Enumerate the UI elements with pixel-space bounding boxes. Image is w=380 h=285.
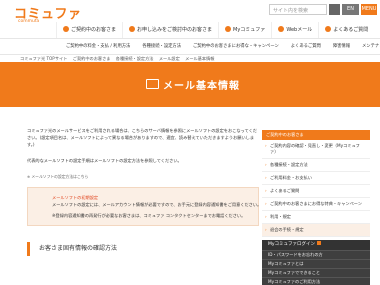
search-input[interactable]: サイト内を検索 [269,4,327,15]
nav-my-commufa[interactable]: Myコミュファ [218,22,271,38]
breadcrumb-item[interactable]: ご契約中のお客さま [73,56,111,61]
breadcrumb-item: メール基本情報 [185,56,215,61]
search-icon[interactable] [329,4,340,15]
sidebar-link[interactable]: Myコミュファのご利用方法 [262,277,370,285]
sidebar-item[interactable]: ご契約内容の確認・見直し・変更（Myコミュファ） [262,140,370,159]
note-text: メールソフトの設定には、メールアカウント情報が必要ですので、お手元に登録内容通知… [52,202,262,207]
main-nav: ご契約中のお客さま お申し込みをご検討中のお客さま Myコミュファ Webメール… [56,22,374,38]
nav-contract-customers[interactable]: ご契約中のお客さま [56,22,122,38]
subnav-item[interactable]: メンテナンス情報 [356,39,380,54]
sub-nav: ご契約中の料金・支払 / 利用方法 各種接続・設定方法 ご契約中のお客さまにお得… [0,39,380,55]
breadcrumb-item[interactable]: 各種接続・設定方法 [116,56,154,61]
nav-webmail[interactable]: Webメール [271,22,318,38]
subnav-item[interactable]: ご契約中のお客さまにお得な・キャンペーン [187,39,285,54]
nav-prospective-customers[interactable]: お申し込みをご検討中のお客さま [122,22,218,38]
sidebar-heading: ご契約中のお客さま [262,130,370,140]
site-header: コミュファ commufa サイト内を検索 EN MENU ご契約中のお客さま … [0,0,380,39]
subnav-item[interactable]: よくあるご質問 [285,39,327,54]
sidebar-item[interactable]: ご利用料金・お支払い [262,172,370,185]
page-hero: メール基本情報 [0,62,380,107]
sidebar: ご契約中のお客さま ご契約内容の確認・見直し・変更（Myコミュファ） 各種接続・… [262,130,370,285]
sidebar-item[interactable]: ご契約中のお客さまにお得な特典・キャンペーン [262,198,370,211]
subnav-item[interactable]: 各種接続・設定方法 [136,39,187,54]
question-icon [325,26,332,32]
my-commufa-login[interactable]: Myコミュファログイン [262,240,370,250]
logo-subtitle: commufa [18,19,40,24]
english-button[interactable]: EN [342,4,359,15]
sidebar-item[interactable]: よくあるご質問 [262,185,370,198]
settings-paragraph: 代表的なメールソフトの設定手順はメールソフトの設定方法を参照してください。 [27,158,182,163]
settings-link[interactable]: ※ メールソフトの設定方法はこちら [27,173,259,180]
note-title: メールソフトの初期設定 [52,195,99,200]
sidebar-link[interactable]: Myコミュファとは [262,259,370,268]
sidebar-link[interactable]: ID・パスワードをお忘れの方 [262,250,370,259]
person-icon [225,26,232,32]
mail-icon [278,26,285,32]
breadcrumb-item[interactable]: コミュファ光 TOPサイト [20,56,67,61]
intro-paragraph: コミュファ光のメールサービスをご利用される場合は、こちらのサーバ情報を参照にメー… [27,128,257,147]
mail-icon [146,79,159,89]
nav-faq[interactable]: よくあるご質問 [318,22,374,38]
sidebar-link[interactable]: Myコミュファでできること [262,268,370,277]
login-icon [317,241,322,245]
subnav-item[interactable]: ご契約中の料金・支払 / 利用方法 [60,39,136,54]
breadcrumb-item[interactable]: メール設定 [159,56,180,61]
form-icon [129,26,136,32]
note-box: メールソフトの初期設定 メールソフトの設定には、メールアカウント情報が必要ですの… [27,187,262,226]
menu-button[interactable]: MENU [361,4,377,15]
section-heading: お客さま固有情報の確認方法 [27,242,259,256]
page-title: メール基本情報 [163,81,240,92]
user-icon [63,26,69,32]
subnav-item[interactable]: 障害情報 [327,39,356,54]
sidebar-item[interactable]: 各種接続・設定方法 [262,159,370,172]
note-text: ※登録内容通知書の再発行が必要なお客さまは、コミュファ コンタクトセンターまでお… [52,213,246,218]
sidebar-item-active[interactable]: 退会の手続・規定 [262,224,370,237]
sidebar-item[interactable]: 利用・規定 [262,211,370,224]
